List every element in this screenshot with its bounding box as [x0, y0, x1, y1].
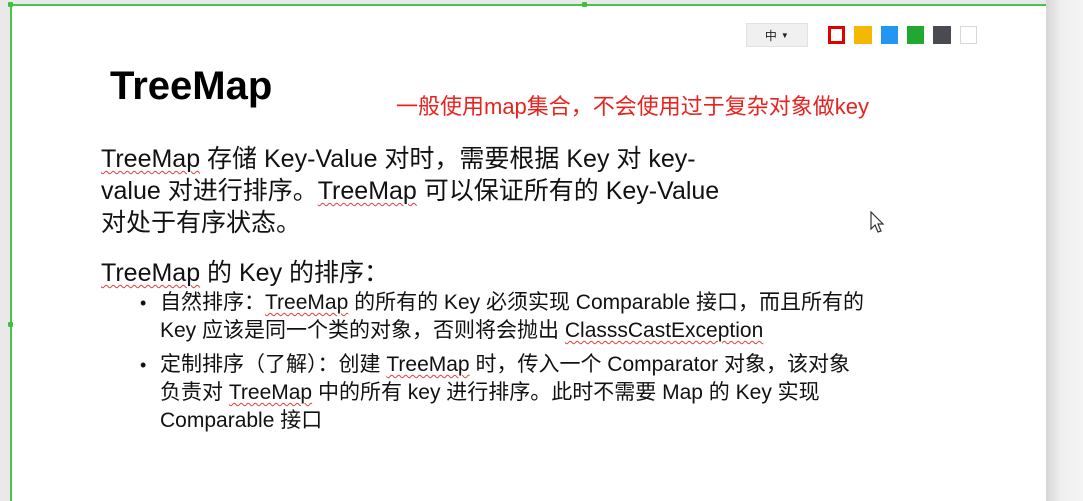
slide-canvas[interactable]: 中 ▼ TreeMap 一般使用map集合，不会使用过于复杂对象做key Tre… [10, 4, 1046, 501]
bullet-text: 定制排序（了解）：创建 [160, 353, 387, 376]
caret-down-icon: ▼ [780, 30, 789, 40]
para-text: 存储 Key-Value 对时，需要根据 Key 对 key- [200, 145, 696, 173]
para-text: value 对进行排序。 [101, 177, 318, 205]
key-sorting-heading: TreeMap 的 Key 的排序： [101, 253, 389, 289]
treemap-term: TreeMap [265, 291, 349, 314]
resize-handle-top[interactable] [582, 2, 587, 7]
treemap-term: TreeMap [317, 177, 417, 205]
bullet-text: 自然排序： [160, 291, 265, 314]
para-text: 对处于有序状态。 [101, 209, 302, 237]
treemap-term: TreeMap [386, 353, 470, 376]
treemap-term: TreeMap [101, 145, 201, 173]
annotation-toolbar: 中 ▼ [746, 22, 986, 48]
color-swatch-green[interactable] [906, 26, 925, 44]
resize-handle-top-left[interactable] [8, 2, 13, 7]
bullet-natural-sorting: 自然排序：TreeMap 的所有的 Key 必须实现 Comparable 接口… [140, 289, 870, 345]
para-text: 可以保证所有的 Key-Value [416, 177, 720, 205]
subhead-text: 的 Key 的排序： [200, 259, 390, 287]
slide-title: TreeMap [110, 64, 273, 108]
sorting-bullet-list: 自然排序：TreeMap 的所有的 Key 必须实现 Comparable 接口… [140, 289, 870, 441]
color-swatch-yellow[interactable] [854, 26, 872, 44]
left-gutter [0, 0, 10, 501]
red-annotation-note: 一般使用map集合，不会使用过于复杂对象做key [396, 94, 870, 119]
bullet-custom-sorting: 定制排序（了解）：创建 TreeMap 时，传入一个 Comparator 对象… [140, 351, 870, 435]
color-swatch-white[interactable] [959, 26, 977, 44]
right-gutter [1046, 0, 1083, 501]
color-swatch-red[interactable] [827, 26, 846, 44]
mouse-pointer-icon [870, 211, 885, 233]
language-button[interactable]: 中 ▼ [746, 23, 808, 47]
resize-handle-left[interactable] [8, 322, 13, 327]
color-swatch-blue[interactable] [880, 26, 898, 44]
treemap-term: TreeMap [228, 381, 313, 404]
language-label: 中 [764, 28, 777, 43]
exception-term: ClasssCastException [564, 319, 764, 342]
color-swatch-dark-gray[interactable] [933, 26, 951, 44]
intro-paragraph: TreeMap 存储 Key-Value 对时，需要根据 Key 对 key- … [101, 143, 861, 239]
treemap-term: TreeMap [101, 259, 201, 287]
